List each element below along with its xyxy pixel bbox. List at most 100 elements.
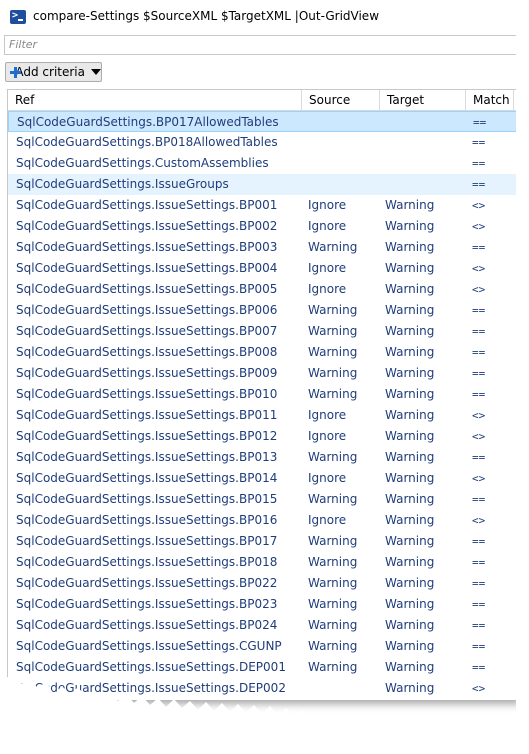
table-row[interactable]: Warn [8, 699, 516, 700]
cell-source: Ignore [308, 261, 347, 275]
cell-ref: SqlCodeGuardSettings.IssueSettings.BP014 [16, 471, 278, 485]
table-row[interactable]: SqlCodeGuardSettings.CustomAssemblies == [8, 153, 516, 174]
filter-input[interactable] [5, 36, 499, 52]
caret-down-icon [91, 69, 101, 75]
table-row[interactable]: SqlCodeGuardSettings.IssueSettings.BP007… [8, 321, 516, 342]
cell-target: Warning [385, 429, 435, 443]
cell-target: Warn [385, 699, 467, 700]
table-row[interactable]: SqlCodeGuardSettings.IssueSettings.BP014… [8, 468, 516, 489]
cell-target: Warning [385, 618, 435, 632]
add-criteria-label: Add criteria [15, 65, 85, 79]
table-row[interactable]: SqlCodeGuardSettings.IssueSettings.BP011… [8, 405, 516, 426]
cell-match: <> [472, 283, 486, 296]
table-row[interactable]: SqlCodeGuardSettings.IssueSettings.BP001… [8, 195, 516, 216]
powershell-icon: > [10, 10, 26, 24]
cell-ref: SqlCodeGuardSettings.IssueSettings.BP013 [16, 450, 278, 464]
table-row[interactable]: SqlCodeGuardSettings.IssueSettings.BP006… [8, 300, 516, 321]
table-row[interactable]: SqlCodeGuardSettings.IssueSettings.BP004… [8, 258, 516, 279]
cell-match: == [473, 116, 487, 129]
cell-target: Warning [385, 219, 435, 233]
cell-source: Warning [308, 660, 358, 674]
cell-match: <> [472, 262, 486, 275]
cell-source: Warning [308, 345, 358, 359]
table-row[interactable]: SqlCodeGuardSettings.IssueSettings.BP013… [8, 447, 516, 468]
cell-target: Warning [385, 639, 435, 653]
filter-box[interactable] [4, 35, 516, 55]
cell-match: <> [472, 220, 486, 233]
cell-match: == [472, 640, 486, 653]
cell-source: Ignore [308, 408, 347, 422]
table-row[interactable]: SqlCodeGuardSettings.IssueSettings.BP024… [8, 615, 516, 636]
cell-target: Warning [385, 324, 435, 338]
cell-match: <> [472, 682, 486, 695]
cell-match: == [472, 346, 486, 359]
table-row[interactable]: SqlCodeGuardSettings.BP017AllowedTables =… [8, 111, 516, 132]
cell-source: Ignore [308, 219, 347, 233]
cell-source: Warning [308, 576, 358, 590]
table-row[interactable]: SqlCodeGuardSettings.IssueSettings.BP008… [8, 342, 516, 363]
table-row[interactable]: SqlCodeGuardSettings.IssueSettings.BP017… [8, 531, 516, 552]
cell-source: Warning [308, 597, 358, 611]
column-header-match[interactable]: Match [466, 90, 514, 110]
window-title: compare-Settings $SourceXML $TargetXML |… [33, 9, 380, 23]
table-row[interactable]: SqlCodeGuardSettings.IssueSettings.DEP00… [8, 678, 516, 699]
add-criteria-button[interactable]: Add criteria [5, 62, 102, 82]
cell-match: <> [472, 472, 486, 485]
cell-match: == [472, 556, 486, 569]
cell-ref: SqlCodeGuardSettings.IssueSettings.BP017 [16, 534, 278, 548]
results-grid[interactable]: Ref Source Target Match SqlCodeGuardSett… [7, 89, 516, 700]
table-row[interactable]: SqlCodeGuardSettings.IssueSettings.BP022… [8, 573, 516, 594]
cell-ref: SqlCodeGuardSettings.BP017AllowedTables [17, 115, 279, 129]
cell-target: Warning [385, 261, 435, 275]
cell-target: Warning [385, 597, 435, 611]
cell-target: Warning [385, 366, 435, 380]
cell-source: Warning [308, 450, 358, 464]
cell-target: Warning [385, 534, 435, 548]
table-row[interactable]: SqlCodeGuardSettings.IssueSettings.BP005… [8, 279, 516, 300]
cell-target: Warning [385, 303, 435, 317]
cell-target [385, 153, 467, 174]
table-row[interactable]: SqlCodeGuardSettings.IssueSettings.BP009… [8, 363, 516, 384]
column-header-ref[interactable]: Ref [8, 90, 302, 110]
cell-match: == [472, 178, 486, 191]
cell-source [308, 174, 383, 195]
cell-ref: SqlCodeGuardSettings.IssueSettings.BP005 [16, 282, 278, 296]
cell-target: Warning [385, 450, 435, 464]
column-header-source[interactable]: Source [302, 90, 380, 110]
cell-ref: SqlCodeGuardSettings.IssueSettings.BP011 [16, 408, 278, 422]
cell-match [472, 699, 512, 700]
cell-source: Warning [308, 555, 358, 569]
table-row[interactable]: SqlCodeGuardSettings.IssueSettings.BP012… [8, 426, 516, 447]
table-row[interactable]: SqlCodeGuardSettings.BP018AllowedTables =… [8, 132, 516, 153]
cell-match: == [472, 577, 486, 590]
cell-match: == [472, 535, 486, 548]
cell-target: Warning [385, 471, 435, 485]
cell-source: Warning [308, 618, 358, 632]
cell-target: Warning [385, 492, 435, 506]
cell-ref: SqlCodeGuardSettings.IssueSettings.BP018 [16, 555, 278, 569]
cell-target [385, 174, 467, 195]
table-row[interactable]: SqlCodeGuardSettings.IssueGroups == [8, 174, 516, 195]
table-row[interactable]: SqlCodeGuardSettings.IssueSettings.BP016… [8, 510, 516, 531]
cell-source: Ignore [308, 471, 347, 485]
table-row[interactable]: SqlCodeGuardSettings.IssueSettings.BP018… [8, 552, 516, 573]
cell-source [308, 678, 383, 699]
table-row[interactable]: SqlCodeGuardSettings.IssueSettings.BP002… [8, 216, 516, 237]
cell-match: == [472, 367, 486, 380]
cell-match: == [472, 157, 486, 170]
table-row[interactable]: SqlCodeGuardSettings.IssueSettings.DEP00… [8, 657, 516, 678]
table-row[interactable]: SqlCodeGuardSettings.IssueSettings.BP003… [8, 237, 516, 258]
table-row[interactable]: SqlCodeGuardSettings.IssueSettings.BP023… [8, 594, 516, 615]
cell-ref: SqlCodeGuardSettings.BP018AllowedTables [16, 135, 278, 149]
cell-ref: SqlCodeGuardSettings.IssueSettings.DEP00… [16, 660, 286, 674]
cell-ref: SqlCodeGuardSettings.IssueSettings.BP010 [16, 387, 278, 401]
cell-source [308, 132, 383, 153]
table-row[interactable]: SqlCodeGuardSettings.IssueSettings.BP015… [8, 489, 516, 510]
table-row[interactable]: SqlCodeGuardSettings.IssueSettings.BP010… [8, 384, 516, 405]
column-header-target[interactable]: Target [380, 90, 466, 110]
cell-ref: SqlCodeGuardSettings.IssueSettings.BP016 [16, 513, 278, 527]
cell-target: Warning [385, 408, 435, 422]
cell-ref: SqlCodeGuardSettings.IssueSettings.BP008 [16, 345, 278, 359]
cell-ref: SqlCodeGuardSettings.CustomAssemblies [16, 156, 269, 170]
table-row[interactable]: SqlCodeGuardSettings.IssueSettings.CGUNP… [8, 636, 516, 657]
